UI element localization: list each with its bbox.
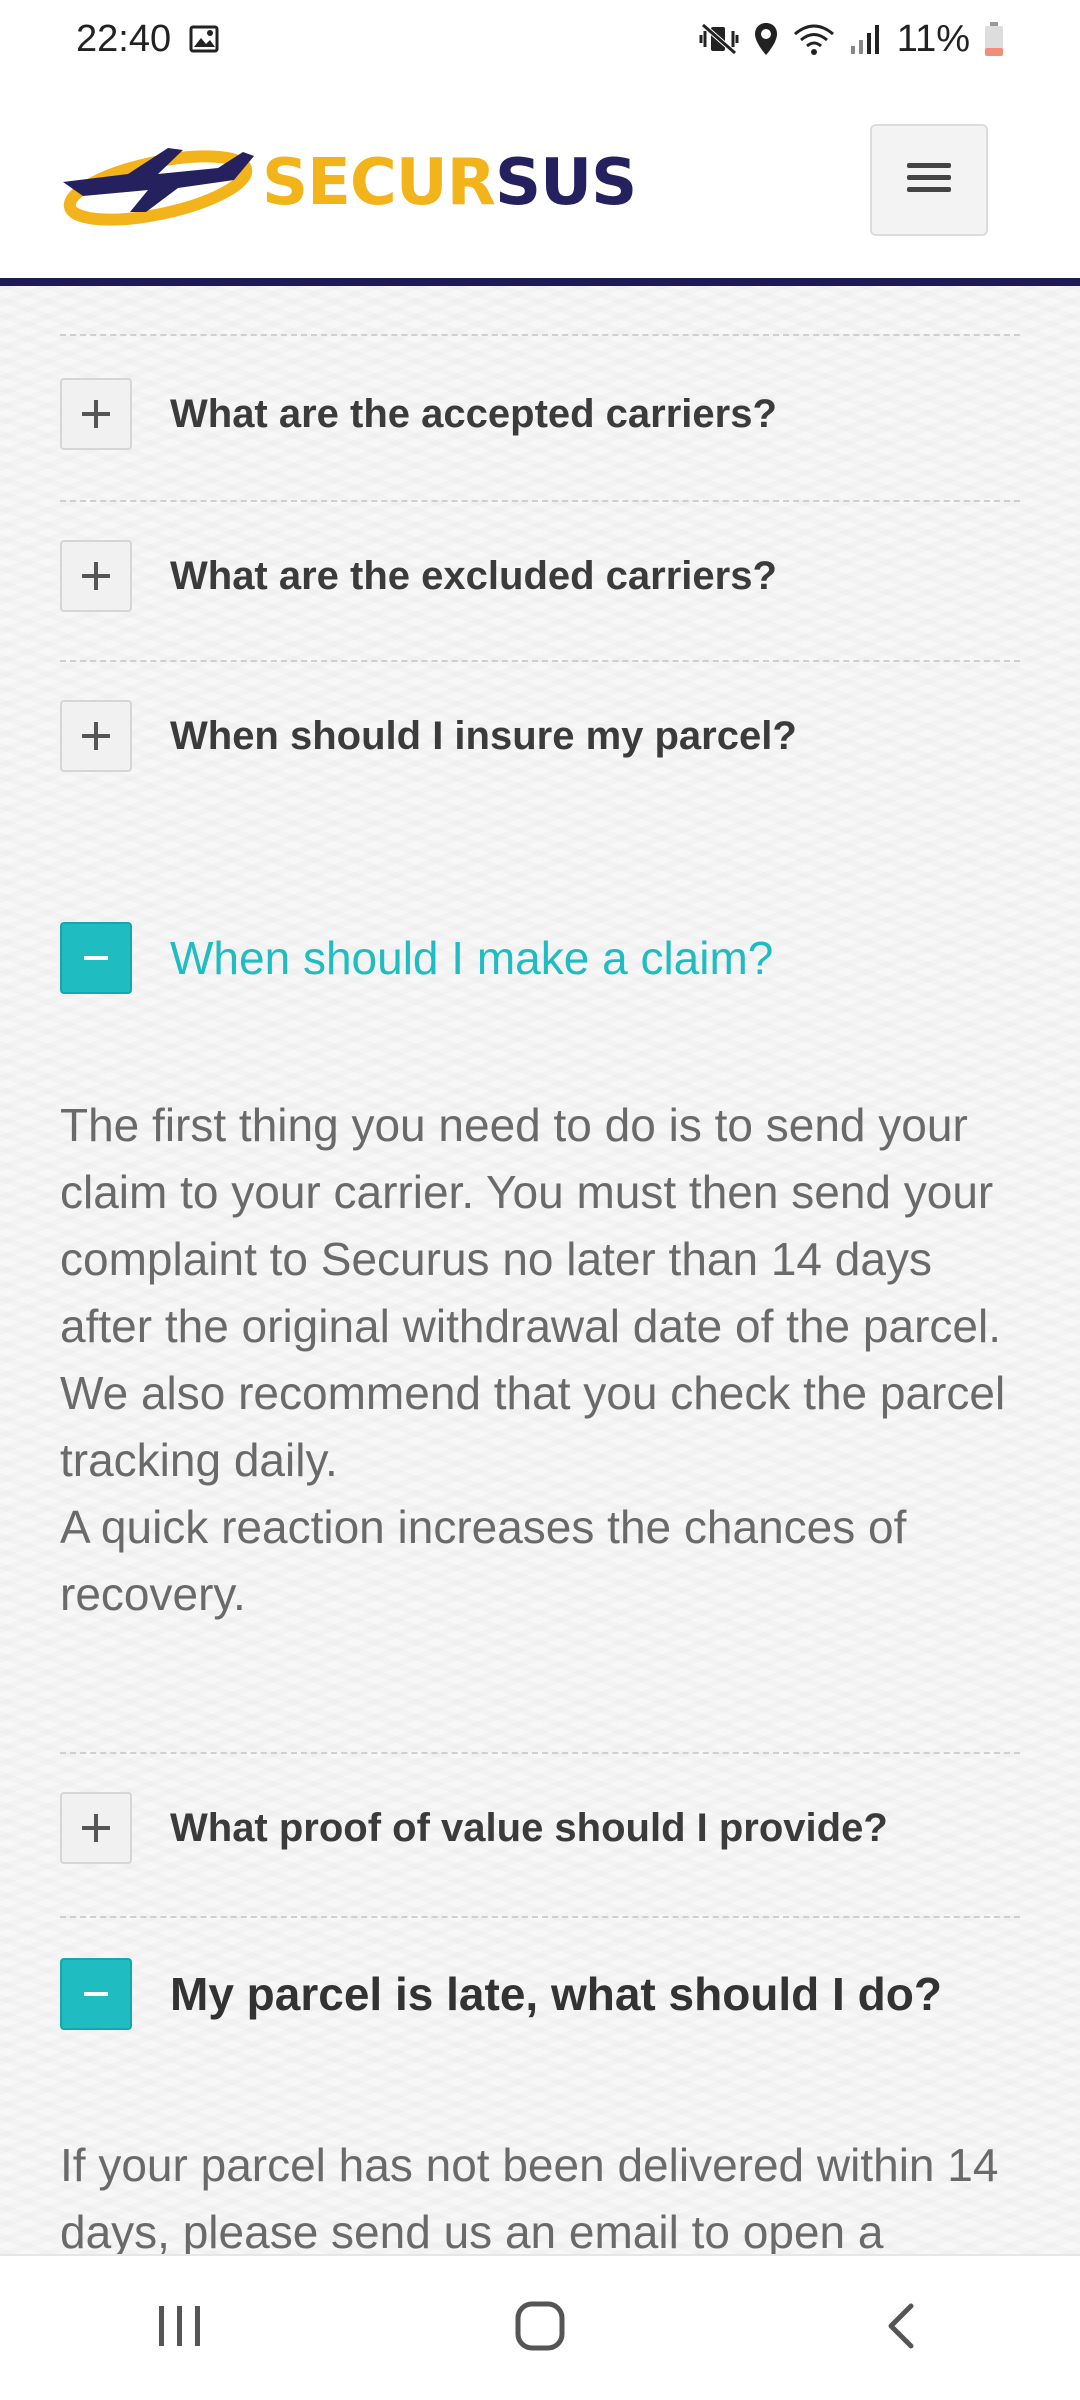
collapse-icon[interactable] — [60, 922, 132, 994]
site-header: SECURSUS — [0, 78, 1080, 278]
faq-question[interactable]: When should I insure my parcel? — [170, 714, 797, 759]
answer-paragraph: The first thing you need to do is to sen… — [60, 1099, 1001, 1352]
location-icon — [753, 21, 779, 57]
wifi-icon — [793, 22, 835, 56]
faq-item-excluded-carriers[interactable]: What are the excluded carriers? — [60, 540, 1020, 612]
faq-item-proof-of-value[interactable]: What proof of value should I provide? — [60, 1792, 1020, 1864]
faq-item-accepted-carriers[interactable]: What are the accepted carriers? — [60, 378, 1020, 450]
faq-item-insure-parcel[interactable]: When should I insure my parcel? — [60, 700, 1020, 772]
expand-icon[interactable] — [60, 378, 132, 450]
securus-logo[interactable]: SECURSUS — [58, 130, 637, 235]
faq-section: What are the accepted carriers? What are… — [0, 286, 1080, 2254]
faq-question[interactable]: What proof of value should I provide? — [170, 1806, 888, 1851]
divider — [60, 660, 1020, 662]
mute-vibrate-icon — [699, 21, 739, 57]
hamburger-icon — [907, 161, 951, 200]
signal-icon — [849, 22, 883, 56]
header-border — [0, 278, 1080, 286]
home-icon — [514, 2300, 566, 2357]
answer-paragraph: A quick reaction increases the chances o… — [60, 1501, 907, 1620]
divider — [60, 500, 1020, 502]
faq-question[interactable]: What are the excluded carriers? — [170, 554, 777, 599]
airplane-logo-icon — [58, 130, 258, 235]
collapse-icon[interactable] — [60, 1958, 132, 2030]
status-time: 22:40 — [76, 17, 172, 60]
recent-apps-icon — [155, 2304, 205, 2353]
logo-text: SECURSUS — [262, 145, 637, 220]
faq-question[interactable]: What are the accepted carriers? — [170, 392, 777, 437]
faq-item-make-claim[interactable]: When should I make a claim? — [60, 922, 1020, 994]
expand-icon[interactable] — [60, 700, 132, 772]
back-button[interactable] — [820, 2278, 980, 2378]
home-button[interactable] — [460, 2278, 620, 2378]
status-bar: 22:40 11% — [0, 0, 1080, 78]
divider — [60, 1752, 1020, 1754]
faq-answer-make-claim: The first thing you need to do is to sen… — [60, 1092, 1020, 1628]
battery-icon — [984, 21, 1004, 57]
system-nav-bar — [0, 2254, 1080, 2400]
recent-apps-button[interactable] — [100, 2278, 260, 2378]
faq-answer-parcel-late: If your parcel has not been delivered wi… — [60, 2132, 1020, 2254]
expand-icon[interactable] — [60, 540, 132, 612]
answer-paragraph: We also recommend that you check the par… — [60, 1367, 1006, 1486]
menu-button[interactable] — [870, 124, 988, 236]
gallery-icon — [189, 25, 219, 53]
divider — [60, 334, 1020, 336]
faq-question[interactable]: My parcel is late, what should I do? — [170, 1967, 942, 2021]
expand-icon[interactable] — [60, 1792, 132, 1864]
faq-question[interactable]: When should I make a claim? — [170, 931, 773, 985]
back-icon — [883, 2302, 917, 2355]
divider — [60, 1916, 1020, 1918]
answer-paragraph: If your parcel has not been delivered wi… — [60, 2139, 999, 2254]
faq-item-parcel-late[interactable]: My parcel is late, what should I do? — [60, 1958, 1020, 2030]
battery-percent: 11% — [896, 17, 970, 60]
